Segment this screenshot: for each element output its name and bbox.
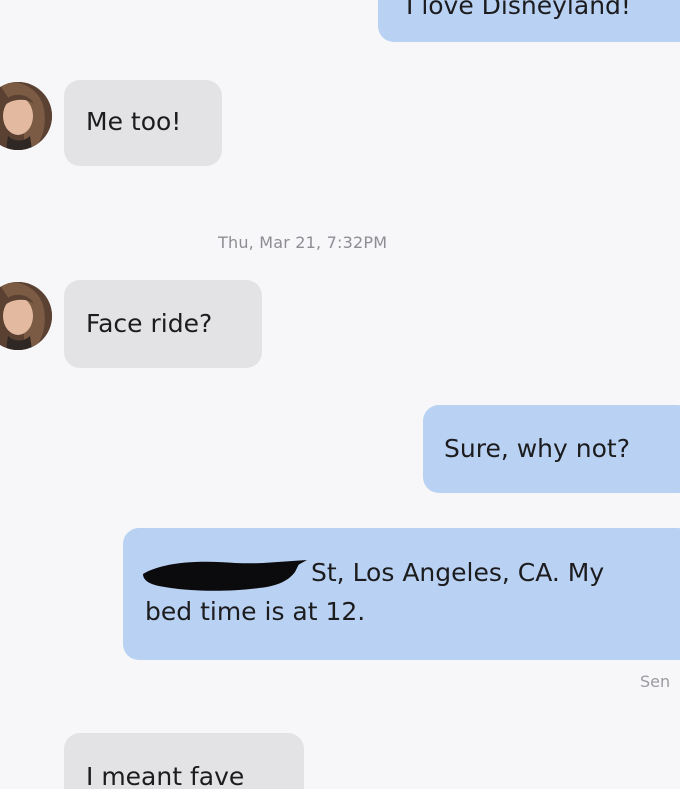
- outgoing-message-2[interactable]: Sure, why not?: [423, 405, 680, 493]
- contact-avatar[interactable]: [0, 82, 52, 150]
- message-text: Face ride?: [86, 309, 213, 338]
- outgoing-message-3[interactable]: St, Los Angeles, CA. My bed time is at 1…: [123, 528, 680, 660]
- message-thread: I love Disneyland! Me too! Thu, Mar 21, …: [0, 0, 680, 789]
- message-text: Sure, why not?: [444, 434, 630, 463]
- message-text: I love Disneyland!: [406, 0, 631, 20]
- message-text: I meant fave: [86, 762, 245, 789]
- message-line-1: St, Los Angeles, CA. My: [143, 554, 680, 594]
- address-text: St, Los Angeles, CA. My: [311, 558, 605, 587]
- person-photo-icon: [0, 82, 52, 150]
- incoming-message-1[interactable]: Me too!: [64, 80, 222, 166]
- redaction-scribble: [143, 560, 307, 591]
- message-line-2: bed time is at 12.: [145, 597, 366, 626]
- timestamp-label: Thu, Mar 21, 7:32PM: [218, 233, 388, 252]
- incoming-message-2[interactable]: Face ride?: [64, 280, 262, 368]
- person-photo-icon: [0, 282, 52, 350]
- delivery-status: Sen: [640, 672, 671, 691]
- contact-avatar[interactable]: [0, 282, 52, 350]
- incoming-message-3[interactable]: I meant fave: [64, 733, 304, 789]
- message-text: Me too!: [86, 107, 182, 136]
- outgoing-message-1[interactable]: I love Disneyland!: [378, 0, 680, 42]
